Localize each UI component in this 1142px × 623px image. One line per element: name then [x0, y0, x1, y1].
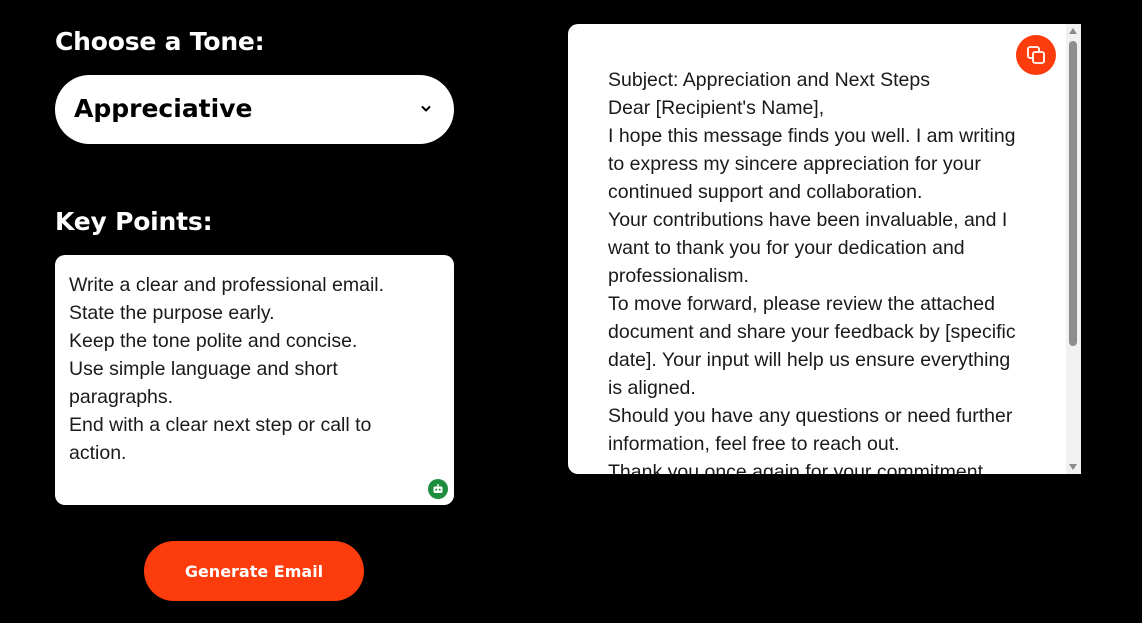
email-line: Your contributions have been invaluable,…	[608, 209, 1008, 231]
key-point-line: Use simple language and short	[69, 358, 338, 380]
output-scrollbar[interactable]	[1066, 24, 1081, 474]
email-line: is aligned.	[608, 377, 696, 399]
key-point-line: paragraphs.	[69, 386, 174, 408]
email-output-panel[interactable]: Subject: Appreciation and Next Steps Dea…	[568, 24, 1081, 474]
key-point-line: action.	[69, 442, 127, 464]
email-line: I hope this message finds you well. I am…	[608, 125, 1016, 147]
scroll-down-arrow-icon[interactable]	[1069, 464, 1077, 470]
key-points-textarea[interactable]: Write a clear and professional email. St…	[55, 255, 454, 505]
key-point-line: State the purpose early.	[69, 302, 275, 324]
email-line: To move forward, please review the attac…	[608, 293, 995, 315]
email-line: professionalism.	[608, 265, 749, 287]
email-line: Dear [Recipient's Name],	[608, 97, 825, 119]
scroll-up-arrow-icon[interactable]	[1069, 28, 1077, 34]
tone-select-value: Appreciative	[74, 94, 253, 123]
chevron-down-icon	[420, 102, 432, 114]
scrollbar-thumb[interactable]	[1069, 41, 1077, 346]
email-output-text: Subject: Appreciation and Next Steps Dea…	[608, 66, 1038, 474]
email-line: to express my sincere appreciation for y…	[608, 153, 981, 175]
tone-heading: Choose a Tone:	[55, 27, 265, 56]
email-line: date]. Your input will help us ensure ev…	[608, 349, 1011, 371]
assistant-robot-icon[interactable]	[428, 479, 448, 499]
email-line: document and share your feedback by [spe…	[608, 321, 1016, 343]
key-point-line: Write a clear and professional email.	[69, 274, 385, 296]
resize-grip-icon[interactable]	[447, 498, 453, 505]
email-line: Subject: Appreciation and Next Steps	[608, 69, 930, 91]
copy-button[interactable]	[1016, 35, 1056, 75]
email-line: want to thank you for your dedication an…	[608, 237, 965, 259]
generate-email-button[interactable]: Generate Email	[144, 541, 364, 601]
tone-select[interactable]: Appreciative	[55, 75, 454, 144]
email-line: information, feel free to reach out.	[608, 433, 900, 455]
email-line: Should you have any questions or need fu…	[608, 405, 1013, 427]
key-points-heading: Key Points:	[55, 207, 213, 236]
email-line: Thank you once again for your commitment…	[608, 461, 989, 474]
key-point-line: Keep the tone polite and concise.	[69, 330, 358, 352]
email-line: continued support and collaboration.	[608, 181, 923, 203]
key-point-line: End with a clear next step or call to	[69, 414, 372, 436]
